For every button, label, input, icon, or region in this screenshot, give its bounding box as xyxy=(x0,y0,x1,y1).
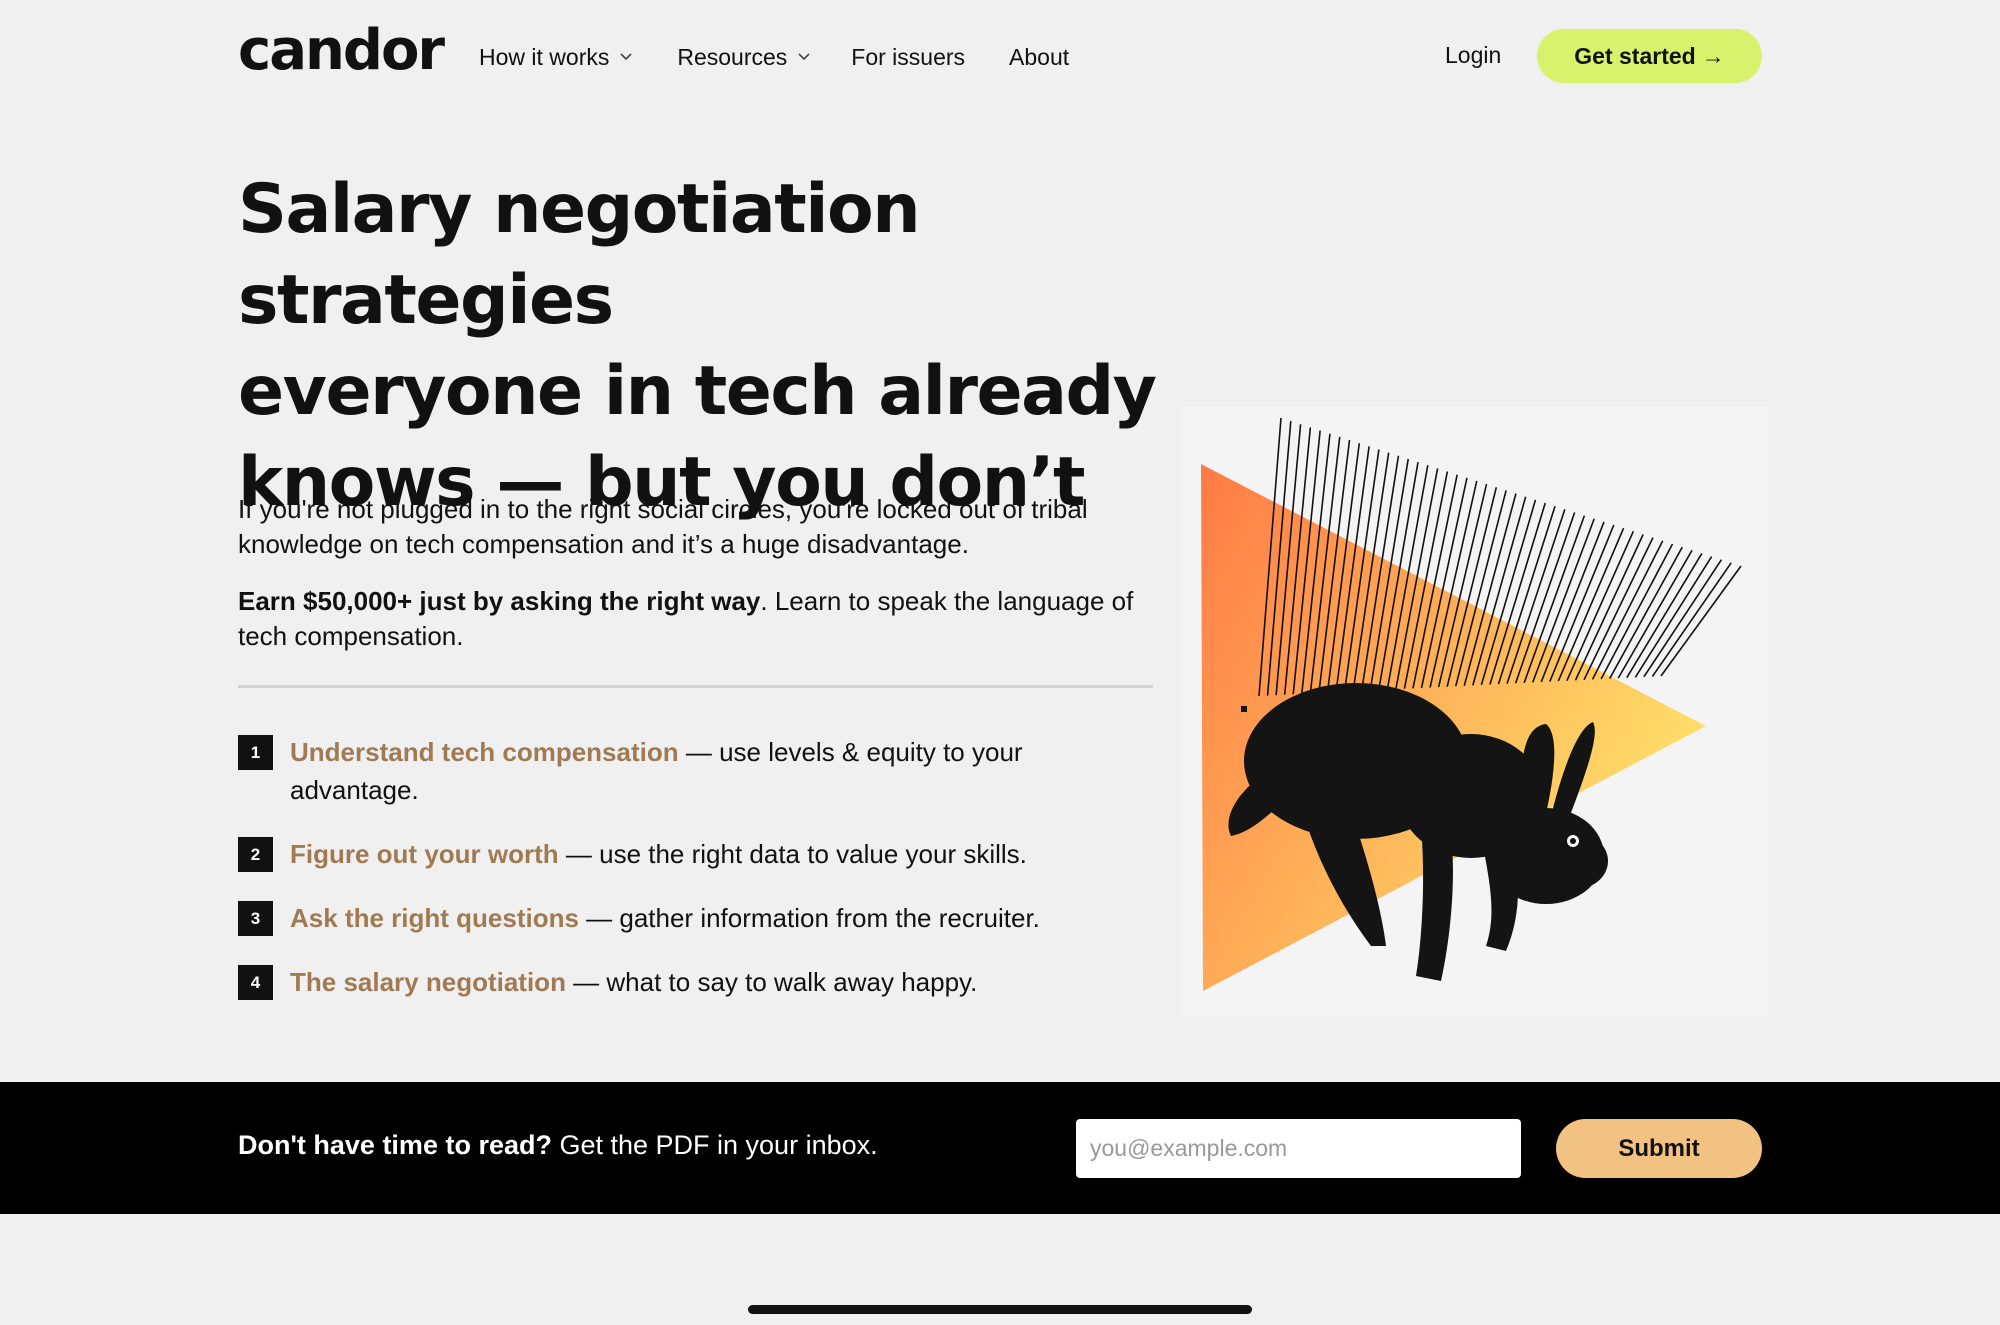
step-number-badge: 4 xyxy=(238,965,273,1000)
email-field[interactable] xyxy=(1076,1119,1521,1178)
illustration-svg xyxy=(1201,417,1742,991)
hatch-line xyxy=(1566,531,1635,682)
nav-item-label: About xyxy=(1009,43,1070,70)
nav-item-label: How it works xyxy=(479,43,610,70)
nav-item-about[interactable]: About xyxy=(1009,42,1069,72)
intro-paragraph: If you're not plugged in to the right so… xyxy=(238,494,1088,559)
logo[interactable]: candor xyxy=(238,18,445,83)
nav-item-how-it-works[interactable]: How it works xyxy=(479,42,633,72)
chevron-down-icon xyxy=(620,53,632,61)
step-number-badge: 2 xyxy=(238,837,273,872)
page-title: Salary negotiation strategies everyone i… xyxy=(238,164,1238,528)
hatch-line xyxy=(1591,540,1664,680)
get-started-button[interactable]: Get started → xyxy=(1537,29,1762,83)
nav-item-for-issuers[interactable]: For issuers xyxy=(851,42,965,72)
hatch-line xyxy=(1574,534,1644,681)
arrow-right-icon: → xyxy=(1701,42,1725,69)
submit-button[interactable]: Submit xyxy=(1556,1119,1762,1178)
rabbit-pupil xyxy=(1570,838,1576,844)
list-item: 2 Figure out your worth — use the right … xyxy=(238,835,1118,873)
value-bold: Earn $50,000+ just by asking the right w… xyxy=(238,586,761,616)
list-item: 3 Ask the right questions — gather infor… xyxy=(238,899,1118,937)
banner-text: Don't have time to read? Get the PDF in … xyxy=(238,1130,878,1161)
step-description: — gather information from the recruiter. xyxy=(578,903,1040,933)
hatch-line xyxy=(1557,527,1625,682)
main-nav: How it works Resources For issuers About xyxy=(479,42,1113,72)
step-description: — what to say to walk away happy. xyxy=(565,967,978,997)
step-link[interactable]: Figure out your worth xyxy=(290,839,559,869)
headline-line: everyone in tech already xyxy=(238,352,1157,431)
step-link[interactable]: Ask the right questions xyxy=(290,903,579,933)
hatch-line xyxy=(1608,546,1683,679)
step-link[interactable]: Understand tech compensation xyxy=(290,737,679,767)
list-item: 1 Understand tech compensation — use lev… xyxy=(238,733,1118,809)
nav-item-label: For issuers xyxy=(851,43,966,70)
banner-rest: Get the PDF in your inbox. xyxy=(551,1130,878,1160)
step-number-badge: 3 xyxy=(238,901,273,936)
chevron-down-icon xyxy=(798,53,810,61)
nav-item-label: Resources xyxy=(677,43,788,70)
steps-list: 1 Understand tech compensation — use lev… xyxy=(238,733,1118,1001)
hatch-line xyxy=(1583,537,1654,681)
login-link[interactable]: Login xyxy=(1445,42,1501,69)
step-number-badge: 1 xyxy=(238,735,273,770)
headline-line: Salary negotiation strategies xyxy=(238,170,921,340)
value-paragraph: Earn $50,000+ just by asking the right w… xyxy=(238,584,1158,654)
nav-item-resources[interactable]: Resources xyxy=(677,42,811,72)
step-link[interactable]: The salary negotiation xyxy=(290,967,566,997)
step-description: — use the right data to value your skill… xyxy=(558,839,1027,869)
page: candor How it works Resources For issuer… xyxy=(0,0,2000,1325)
scroll-indicator[interactable] xyxy=(748,1305,1252,1314)
list-item: 4 The salary negotiation — what to say t… xyxy=(238,963,1118,1001)
rabbit-triangle-illustration xyxy=(1181,406,1768,1016)
divider xyxy=(238,685,1153,688)
hatch-line xyxy=(1600,543,1674,680)
banner-bold: Don't have time to read? xyxy=(238,1130,552,1160)
pdf-signup-banner: Don't have time to read? Get the PDF in … xyxy=(0,1082,2000,1214)
get-started-label: Get started xyxy=(1574,42,1696,69)
